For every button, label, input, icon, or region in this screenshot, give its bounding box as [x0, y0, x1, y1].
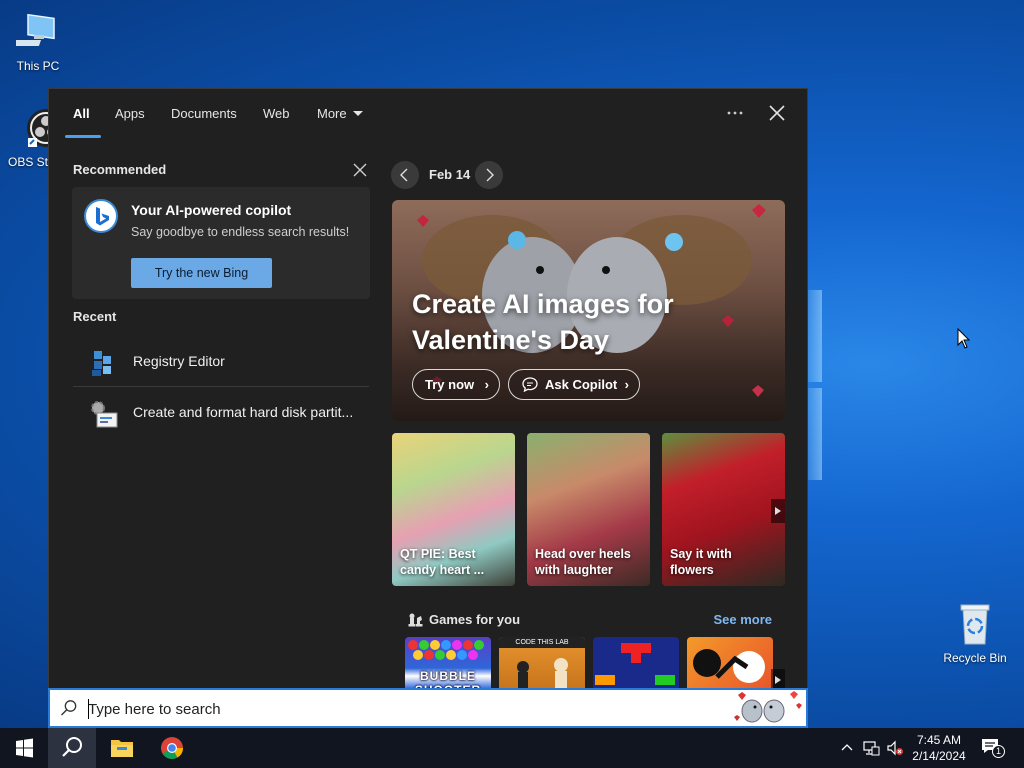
disk-management-icon [91, 401, 118, 428]
tab-more[interactable]: More [317, 106, 363, 121]
recommended-heading: Recommended [73, 162, 167, 177]
dismiss-recommended-icon[interactable] [353, 163, 367, 177]
search-panel: All Apps Documents Web More Recommended … [48, 88, 808, 728]
recycle-bin-icon [960, 604, 990, 645]
tab-documents[interactable]: Documents [171, 106, 237, 121]
action-center-button[interactable]: 1 [980, 737, 1006, 759]
recent-item-label: Create and format hard disk partit... [133, 404, 354, 420]
chat-bubble-icon [522, 377, 538, 392]
computer-icon [8, 13, 55, 46]
desktop-icon-this-pc[interactable]: This PC [2, 10, 74, 73]
wallpaper-beam [808, 388, 822, 480]
ask-copilot-button[interactable]: Ask Copilot › [508, 369, 640, 400]
clock-date: 2/14/2024 [912, 749, 966, 763]
mouse-cursor-icon [957, 328, 971, 349]
desktop-icon-label: This PC [16, 59, 60, 73]
active-tab-indicator [65, 135, 101, 138]
valentines-hero-card[interactable]: Create AI images for Valentine's Day Try… [392, 200, 785, 421]
windows-start-icon[interactable] [0, 728, 48, 768]
chess-pieces-icon [408, 613, 423, 627]
tab-all[interactable]: All [73, 106, 90, 121]
stickman-graphic [693, 649, 765, 683]
chevron-down-icon [352, 111, 363, 116]
try-new-bing-button[interactable]: Try the new Bing [131, 258, 272, 288]
chevron-left-icon[interactable] [391, 161, 419, 189]
taskbar: 7:45 AM 2/14/2024 1 [0, 728, 1024, 768]
divider [73, 386, 369, 387]
recent-item-disk-management[interactable]: Create and format hard disk partit... [73, 389, 369, 437]
chevron-right-icon: › [624, 377, 629, 392]
game-tile-label: CODE THIS LAB [499, 637, 585, 648]
game-tile-chess[interactable]: CODE THIS LAB [499, 637, 585, 689]
search-icon [62, 737, 82, 757]
chrome-icon[interactable] [148, 728, 196, 768]
file-explorer-icon[interactable] [98, 728, 146, 768]
copilot-card-title: Your AI-powered copilot [131, 202, 292, 218]
search-box[interactable] [48, 688, 808, 728]
highlight-tile-candy-hearts[interactable]: QT PIE: Best candy heart ... [392, 433, 515, 586]
search-tabs: All Apps Documents Web More [49, 89, 809, 138]
tab-apps[interactable]: Apps [115, 106, 145, 121]
hero-title: Create AI images for Valentine's Day [412, 289, 674, 355]
search-input[interactable] [88, 698, 688, 720]
tile-caption: QT PIE: Best candy heart ... [400, 547, 485, 577]
games-title: Games for you [429, 612, 521, 627]
game-tile-label: BUBBLE SHOOTER [415, 669, 480, 689]
tab-more-label: More [317, 106, 347, 121]
ellipsis-icon[interactable] [721, 101, 749, 125]
game-tile-blocks[interactable]: blocks [593, 637, 679, 689]
close-icon[interactable] [763, 101, 791, 125]
desktop-icon-label: Recycle Bin [943, 651, 1007, 665]
chevron-right-icon[interactable] [475, 161, 503, 189]
blocks-graphic [595, 643, 675, 685]
ask-copilot-label: Ask Copilot [545, 377, 618, 392]
highlight-tile-laughter[interactable]: Head over heels with laughter [527, 433, 650, 586]
recent-item-label: Registry Editor [133, 353, 225, 369]
recent-heading: Recent [73, 309, 117, 324]
game-tile-bubble-shooter[interactable]: BUBBLE SHOOTER [405, 637, 491, 689]
recent-item-registry-editor[interactable]: Registry Editor [73, 338, 369, 386]
highlight-tile-flowers[interactable]: Say it with flowers [662, 433, 785, 586]
highlight-date: Feb 14 [429, 167, 471, 182]
taskbar-clock[interactable]: 7:45 AM 2/14/2024 [908, 732, 970, 764]
taskbar-search-button[interactable] [48, 728, 96, 768]
chevron-up-icon[interactable] [838, 739, 856, 757]
wallpaper-beam [808, 290, 822, 382]
valentines-lovebirds-icon [734, 691, 802, 723]
try-now-label: Try now [425, 377, 475, 392]
notification-count-badge: 1 [992, 745, 1005, 758]
try-now-button[interactable]: Try now › [412, 369, 500, 400]
chevron-right-icon: › [484, 377, 489, 392]
tile-caption: Head over heels with laughter [535, 547, 631, 577]
bing-icon [84, 199, 118, 233]
text-cursor [88, 699, 89, 719]
see-more-link[interactable]: See more [713, 612, 772, 627]
game-tile-label: blocks [593, 637, 594, 638]
games-header: Games for you See more [407, 610, 772, 630]
tab-web[interactable]: Web [263, 106, 290, 121]
copilot-card-subtitle: Say goodbye to endless search results! [131, 225, 350, 239]
clock-time: 7:45 AM [916, 733, 962, 747]
desktop-icon-recycle-bin[interactable]: Recycle Bin [939, 602, 1011, 665]
search-icon [61, 700, 77, 716]
network-icon[interactable] [862, 739, 880, 757]
volume-muted-icon[interactable] [886, 739, 904, 757]
copilot-recommendation-card[interactable]: Your AI-powered copilot Say goodbye to e… [72, 187, 370, 299]
tile-caption: Say it with flowers [670, 547, 732, 577]
chevron-right-icon[interactable] [771, 499, 785, 523]
game-tile-label: stickman [687, 637, 688, 638]
registry-editor-icon [92, 351, 111, 376]
game-tile-stickman[interactable]: stickman [687, 637, 773, 689]
